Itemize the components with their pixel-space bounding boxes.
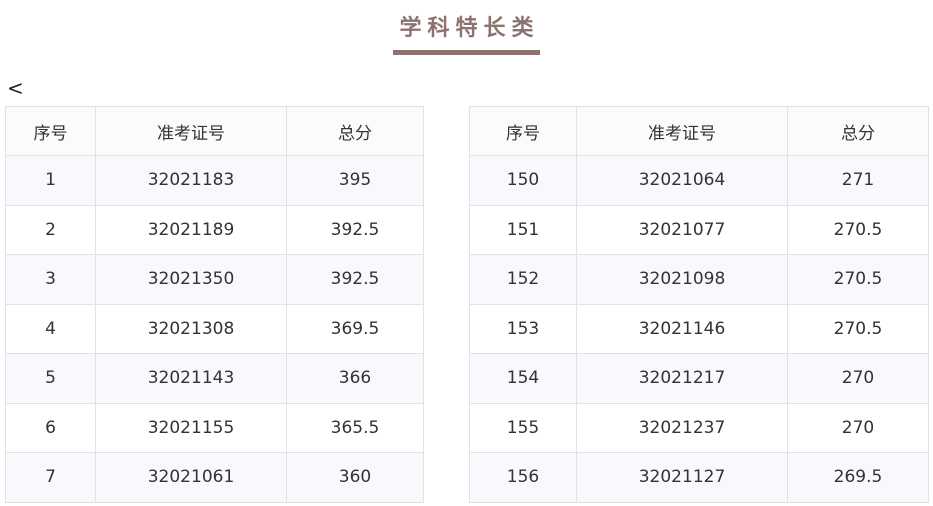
- cell-total-score: 270.5: [787, 204, 929, 255]
- table-row: 1 32021183 395: [5, 155, 424, 206]
- table-row: 5 32021143 366: [5, 353, 424, 404]
- header-serial: 序号: [469, 106, 577, 156]
- cell-exam-id: 32021217: [576, 353, 788, 404]
- cell-total-score: 270: [787, 353, 929, 404]
- cell-total-score: 395: [286, 155, 424, 206]
- cell-serial: 152: [469, 254, 577, 305]
- score-table-right: 序号 准考证号 总分 150 32021064 271 151 32021077…: [469, 106, 929, 503]
- cell-exam-id: 32021189: [95, 204, 287, 255]
- cell-total-score: 270: [787, 402, 929, 453]
- cell-exam-id: 32021155: [95, 402, 287, 453]
- cell-serial: 7: [5, 452, 96, 503]
- table-row: 2 32021189 392.5: [5, 204, 424, 255]
- cell-total-score: 270.5: [787, 303, 929, 354]
- cell-total-score: 366: [286, 353, 424, 404]
- table-row: 7 32021061 360: [5, 452, 424, 503]
- cell-exam-id: 32021237: [576, 402, 788, 453]
- page: 学科特长类 < 序号 准考证号 总分 1 32021183 395 2 3202…: [0, 0, 933, 506]
- cell-serial: 6: [5, 402, 96, 453]
- table-row: 156 32021127 269.5: [469, 452, 929, 503]
- table-header-row: 序号 准考证号 总分: [469, 106, 929, 156]
- table-header-row: 序号 准考证号 总分: [5, 106, 424, 156]
- cell-total-score: 270.5: [787, 254, 929, 305]
- cell-serial: 156: [469, 452, 577, 503]
- header-serial: 序号: [5, 106, 96, 156]
- cell-total-score: 365.5: [286, 402, 424, 453]
- cell-exam-id: 32021183: [95, 155, 287, 206]
- back-arrow-icon[interactable]: <: [7, 76, 24, 100]
- cell-serial: 153: [469, 303, 577, 354]
- cell-serial: 3: [5, 254, 96, 305]
- cell-exam-id: 32021077: [576, 204, 788, 255]
- cell-total-score: 392.5: [286, 254, 424, 305]
- table-row: 150 32021064 271: [469, 155, 929, 206]
- cell-exam-id: 32021308: [95, 303, 287, 354]
- page-title: 学科特长类: [393, 14, 540, 55]
- score-table-left: 序号 准考证号 总分 1 32021183 395 2 32021189 392…: [5, 106, 424, 503]
- table-row: 153 32021146 270.5: [469, 303, 929, 354]
- cell-exam-id: 32021098: [576, 254, 788, 305]
- cell-serial: 5: [5, 353, 96, 404]
- table-row: 4 32021308 369.5: [5, 303, 424, 354]
- cell-serial: 1: [5, 155, 96, 206]
- header-exam-id: 准考证号: [576, 106, 788, 156]
- cell-total-score: 271: [787, 155, 929, 206]
- table-row: 155 32021237 270: [469, 402, 929, 453]
- table-row: 3 32021350 392.5: [5, 254, 424, 305]
- cell-serial: 154: [469, 353, 577, 404]
- table-row: 6 32021155 365.5: [5, 402, 424, 453]
- cell-total-score: 369.5: [286, 303, 424, 354]
- table-row: 151 32021077 270.5: [469, 204, 929, 255]
- cell-exam-id: 32021350: [95, 254, 287, 305]
- cell-serial: 151: [469, 204, 577, 255]
- cell-exam-id: 32021146: [576, 303, 788, 354]
- cell-exam-id: 32021143: [95, 353, 287, 404]
- header-total-score: 总分: [286, 106, 424, 156]
- cell-total-score: 392.5: [286, 204, 424, 255]
- cell-serial: 155: [469, 402, 577, 453]
- cell-exam-id: 32021061: [95, 452, 287, 503]
- cell-serial: 4: [5, 303, 96, 354]
- table-row: 152 32021098 270.5: [469, 254, 929, 305]
- header-exam-id: 准考证号: [95, 106, 287, 156]
- cell-exam-id: 32021127: [576, 452, 788, 503]
- header-total-score: 总分: [787, 106, 929, 156]
- title-wrap: 学科特长类: [0, 14, 933, 55]
- table-row: 154 32021217 270: [469, 353, 929, 404]
- cell-total-score: 360: [286, 452, 424, 503]
- cell-serial: 2: [5, 204, 96, 255]
- cell-serial: 150: [469, 155, 577, 206]
- cell-exam-id: 32021064: [576, 155, 788, 206]
- cell-total-score: 269.5: [787, 452, 929, 503]
